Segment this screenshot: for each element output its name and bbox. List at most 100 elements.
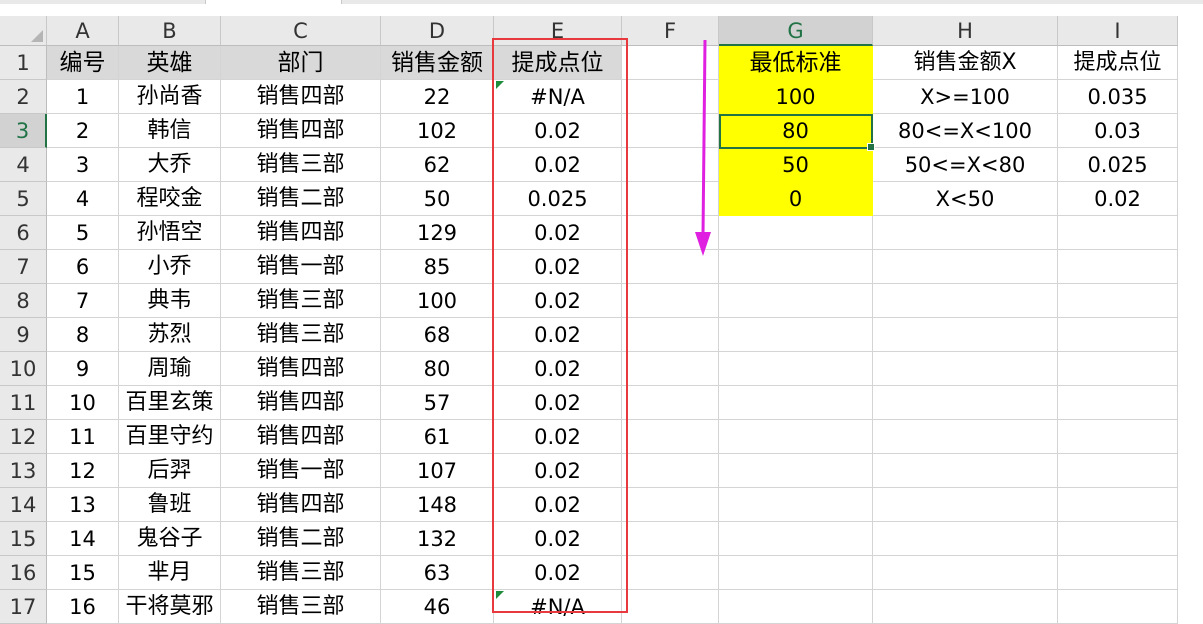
column-header-a[interactable]: A [47, 16, 119, 46]
cell-g4[interactable]: 50 [719, 148, 873, 182]
cell-b9[interactable]: 苏烈 [119, 318, 221, 352]
cell-e4[interactable]: 0.02 [494, 148, 622, 182]
row-header-12[interactable]: 12 [0, 420, 47, 454]
cell-d7[interactable]: 85 [381, 250, 494, 284]
cell-b10[interactable]: 周瑜 [119, 352, 221, 386]
cell-a2[interactable]: 1 [47, 80, 119, 114]
cell-e12[interactable]: 0.02 [494, 420, 622, 454]
cell-d14[interactable]: 148 [381, 488, 494, 522]
cell-i2[interactable]: 0.035 [1058, 80, 1178, 114]
cell-c16[interactable]: 销售三部 [221, 556, 381, 590]
row-header-11[interactable]: 11 [0, 386, 47, 420]
cell-a9[interactable]: 8 [47, 318, 119, 352]
row-header-3[interactable]: 3 [0, 114, 47, 148]
cell-h14[interactable] [873, 488, 1058, 522]
cell-b7[interactable]: 小乔 [119, 250, 221, 284]
cell-c2[interactable]: 销售四部 [221, 80, 381, 114]
row-header-17[interactable]: 17 [0, 590, 47, 624]
cell-h12[interactable] [873, 420, 1058, 454]
cell-f12[interactable] [622, 420, 719, 454]
cell-c12[interactable]: 销售四部 [221, 420, 381, 454]
cell-a1[interactable]: 编号 [47, 46, 119, 80]
cell-c17[interactable]: 销售三部 [221, 590, 381, 624]
cell-b5[interactable]: 程咬金 [119, 182, 221, 216]
cell-i16[interactable] [1058, 556, 1178, 590]
row-header-5[interactable]: 5 [0, 182, 47, 216]
cell-g1[interactable]: 最低标准 [719, 46, 873, 80]
cell-d13[interactable]: 107 [381, 454, 494, 488]
cell-f15[interactable] [622, 522, 719, 556]
cell-b13[interactable]: 后羿 [119, 454, 221, 488]
cell-g13[interactable] [719, 454, 873, 488]
cell-c7[interactable]: 销售一部 [221, 250, 381, 284]
cell-h3[interactable]: 80<=X<100 [873, 114, 1058, 148]
cell-g2[interactable]: 100 [719, 80, 873, 114]
cell-g10[interactable] [719, 352, 873, 386]
row-header-7[interactable]: 7 [0, 250, 47, 284]
cell-b3[interactable]: 韩信 [119, 114, 221, 148]
cell-g3[interactable]: 80 [719, 114, 873, 148]
sheet-tab[interactable] [205, 0, 342, 4]
cell-d4[interactable]: 62 [381, 148, 494, 182]
cell-e9[interactable]: 0.02 [494, 318, 622, 352]
cell-a8[interactable]: 7 [47, 284, 119, 318]
cell-i5[interactable]: 0.02 [1058, 182, 1178, 216]
cell-e6[interactable]: 0.02 [494, 216, 622, 250]
cell-d16[interactable]: 63 [381, 556, 494, 590]
cell-g15[interactable] [719, 522, 873, 556]
row-header-9[interactable]: 9 [0, 318, 47, 352]
cell-h10[interactable] [873, 352, 1058, 386]
row-header-14[interactable]: 14 [0, 488, 47, 522]
column-header-e[interactable]: E [494, 16, 622, 46]
cell-a10[interactable]: 9 [47, 352, 119, 386]
cell-e1[interactable]: 提成点位 [494, 46, 622, 80]
cell-e16[interactable]: 0.02 [494, 556, 622, 590]
cell-f3[interactable] [622, 114, 719, 148]
cell-b17[interactable]: 干将莫邪 [119, 590, 221, 624]
cell-e15[interactable]: 0.02 [494, 522, 622, 556]
cell-g5[interactable]: 0 [719, 182, 873, 216]
cell-g9[interactable] [719, 318, 873, 352]
row-header-10[interactable]: 10 [0, 352, 47, 386]
cell-c1[interactable]: 部门 [221, 46, 381, 80]
cell-d17[interactable]: 46 [381, 590, 494, 624]
select-all-corner[interactable] [0, 16, 47, 46]
cell-a7[interactable]: 6 [47, 250, 119, 284]
cell-i8[interactable] [1058, 284, 1178, 318]
cell-h4[interactable]: 50<=X<80 [873, 148, 1058, 182]
cell-a13[interactable]: 12 [47, 454, 119, 488]
cell-b14[interactable]: 鲁班 [119, 488, 221, 522]
cell-g17[interactable] [719, 590, 873, 624]
cell-h15[interactable] [873, 522, 1058, 556]
cell-h6[interactable] [873, 216, 1058, 250]
cell-h13[interactable] [873, 454, 1058, 488]
cell-i6[interactable] [1058, 216, 1178, 250]
cell-d10[interactable]: 80 [381, 352, 494, 386]
cell-c13[interactable]: 销售一部 [221, 454, 381, 488]
cell-d11[interactable]: 57 [381, 386, 494, 420]
cell-f4[interactable] [622, 148, 719, 182]
cell-b2[interactable]: 孙尚香 [119, 80, 221, 114]
cell-b15[interactable]: 鬼谷子 [119, 522, 221, 556]
cell-h5[interactable]: X<50 [873, 182, 1058, 216]
cell-g7[interactable] [719, 250, 873, 284]
cell-e2[interactable]: #N/A [494, 80, 622, 114]
row-header-4[interactable]: 4 [0, 148, 47, 182]
column-header-h[interactable]: H [873, 16, 1058, 46]
cell-e11[interactable]: 0.02 [494, 386, 622, 420]
cell-g16[interactable] [719, 556, 873, 590]
cell-d6[interactable]: 129 [381, 216, 494, 250]
cell-b11[interactable]: 百里玄策 [119, 386, 221, 420]
cell-a17[interactable]: 16 [47, 590, 119, 624]
cell-f7[interactable] [622, 250, 719, 284]
cell-g6[interactable] [719, 216, 873, 250]
cell-h11[interactable] [873, 386, 1058, 420]
cell-c5[interactable]: 销售二部 [221, 182, 381, 216]
cell-f16[interactable] [622, 556, 719, 590]
cell-a4[interactable]: 3 [47, 148, 119, 182]
cell-g14[interactable] [719, 488, 873, 522]
cell-c4[interactable]: 销售三部 [221, 148, 381, 182]
cell-f11[interactable] [622, 386, 719, 420]
cell-e7[interactable]: 0.02 [494, 250, 622, 284]
row-header-13[interactable]: 13 [0, 454, 47, 488]
